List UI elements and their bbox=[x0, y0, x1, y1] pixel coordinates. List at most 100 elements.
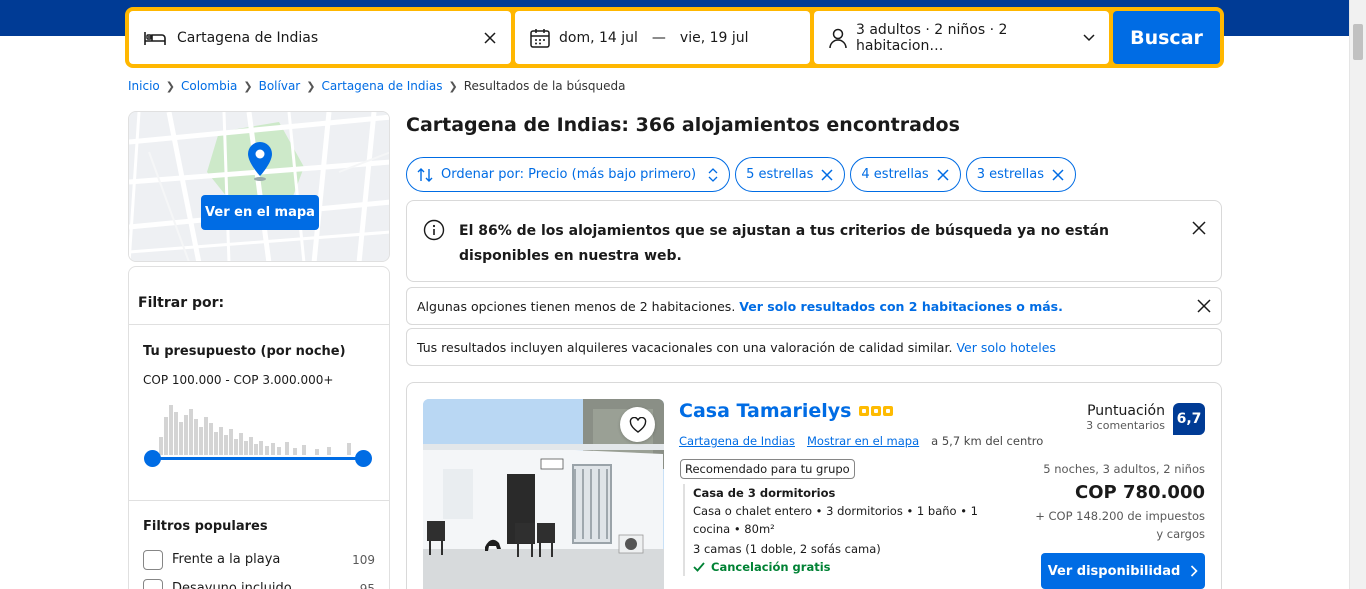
close-icon[interactable] bbox=[1052, 168, 1064, 181]
filter-chips: Ordenar por: Precio (más bajo primero) 5… bbox=[406, 157, 1076, 192]
taxes-note: + COP 148.200 de impuestos y cargos bbox=[1035, 509, 1205, 541]
filter-label: Desayuno incluido bbox=[172, 581, 292, 589]
stay-details: 5 noches, 3 adultos, 2 niños bbox=[1043, 462, 1205, 476]
clear-icon[interactable] bbox=[483, 31, 497, 45]
distance-text: a 5,7 km del centro bbox=[931, 434, 1044, 448]
price: COP 780.000 bbox=[1075, 482, 1205, 503]
close-icon[interactable] bbox=[1192, 221, 1206, 235]
property-title-row: Casa Tamarielys bbox=[679, 400, 894, 422]
filter-option[interactable]: Frente a la playa 109 bbox=[143, 545, 375, 574]
budget-range: COP 100.000 - COP 3.000.000+ bbox=[143, 373, 334, 387]
unit-beds: 3 camas (1 doble, 2 sofás cama) bbox=[693, 542, 881, 556]
person-icon bbox=[828, 27, 848, 49]
checkin-date: dom, 14 jul bbox=[559, 29, 638, 46]
dates-field[interactable]: dom, 14 jul — vie, 19 jul bbox=[515, 11, 810, 64]
guests-field[interactable]: 3 adultos · 2 niños · 2 habitacion… bbox=[814, 11, 1109, 64]
breadcrumb-link-country[interactable]: Colombia bbox=[181, 79, 237, 93]
filter-checkbox[interactable] bbox=[143, 578, 163, 589]
property-photo[interactable] bbox=[423, 399, 664, 589]
search-bar: Cartagena de Indias dom, 14 jul — vie, 1… bbox=[125, 7, 1224, 68]
alert-text: El 86% de los alojamientos que se ajusta… bbox=[459, 223, 1109, 264]
results-title: Cartagena de Indias: 366 alojamientos en… bbox=[406, 114, 960, 136]
chevron-right-icon: ❯ bbox=[165, 79, 175, 93]
breadcrumb-link-region[interactable]: Bolívar bbox=[259, 79, 301, 93]
star-icon bbox=[859, 406, 870, 416]
chip-label: 3 estrellas bbox=[976, 167, 1044, 182]
sort-arrows-icon bbox=[417, 167, 433, 182]
property-name[interactable]: Casa Tamarielys bbox=[679, 400, 851, 422]
notice-text: Algunas opciones tienen menos de 2 habit… bbox=[417, 298, 736, 314]
info-icon bbox=[423, 219, 445, 241]
notice-link[interactable]: Ver solo resultados con 2 habitaciones o… bbox=[739, 299, 1063, 314]
location-link[interactable]: Cartagena de Indias bbox=[679, 434, 795, 448]
calendar-icon bbox=[529, 27, 551, 49]
budget-slider-min-handle[interactable] bbox=[144, 450, 161, 467]
chip-3-stars[interactable]: 3 estrellas bbox=[965, 157, 1076, 192]
property-card: Casa Tamarielys Cartagena de Indias Most… bbox=[406, 382, 1222, 589]
star-icon bbox=[871, 406, 882, 416]
map-graphic bbox=[129, 112, 389, 261]
date-dash: — bbox=[651, 29, 666, 46]
chevron-down-icon bbox=[1083, 33, 1095, 42]
price-histogram bbox=[159, 405, 351, 455]
review-count: 3 comentarios bbox=[1086, 419, 1165, 432]
rooms-notice: Algunas opciones tienen menos de 2 habit… bbox=[406, 287, 1222, 325]
sort-label: Ordenar por: Precio (más bajo primero) bbox=[441, 167, 697, 182]
filters-header: Filtrar por: bbox=[129, 267, 389, 325]
filter-option[interactable]: Desayuno incluido 95 bbox=[143, 574, 375, 589]
chip-5-stars[interactable]: 5 estrellas bbox=[735, 157, 846, 192]
bed-icon bbox=[143, 28, 167, 48]
close-icon[interactable] bbox=[821, 168, 833, 181]
destination-value: Cartagena de Indias bbox=[177, 29, 319, 46]
scrollbar-thumb[interactable] bbox=[1353, 24, 1363, 60]
chip-label: 5 estrellas bbox=[746, 167, 814, 182]
close-icon[interactable] bbox=[1197, 299, 1211, 313]
unit-details: Casa de 3 dormitorios Casa o chalet ente… bbox=[683, 484, 1013, 576]
map-preview[interactable]: Ver en el mapa bbox=[128, 111, 390, 262]
rentals-notice: Tus resultados incluyen alquileres vacac… bbox=[406, 328, 1222, 366]
star-icon bbox=[883, 406, 894, 416]
filter-label: Frente a la playa bbox=[172, 552, 281, 567]
check-icon bbox=[693, 562, 705, 572]
breadcrumb-link-city[interactable]: Cartagena de Indias bbox=[321, 79, 442, 93]
destination-field[interactable]: Cartagena de Indias bbox=[129, 11, 511, 64]
budget-slider-max-handle[interactable] bbox=[355, 450, 372, 467]
notice-link[interactable]: Ver solo hoteles bbox=[956, 340, 1055, 355]
breadcrumb-link-inicio[interactable]: Inicio bbox=[128, 79, 160, 93]
popular-filters-title: Filtros populares bbox=[143, 519, 268, 534]
guests-value: 3 adultos · 2 niños · 2 habitacion… bbox=[856, 21, 1008, 54]
chip-label: 4 estrellas bbox=[861, 167, 929, 182]
free-cancellation: Cancelación gratis bbox=[693, 558, 1013, 576]
unit-name: Casa de 3 dormitorios bbox=[693, 486, 836, 500]
scrollbar[interactable] bbox=[1349, 0, 1366, 589]
filter-count: 109 bbox=[352, 552, 375, 567]
chevron-right-icon bbox=[1190, 565, 1198, 577]
sort-chip[interactable]: Ordenar por: Precio (más bajo primero) bbox=[406, 157, 731, 192]
updown-chevron-icon bbox=[708, 167, 718, 182]
heart-icon bbox=[629, 416, 647, 433]
filters-panel: Filtrar por: Tu presupuesto (por noche) … bbox=[128, 266, 390, 589]
chip-4-stars[interactable]: 4 estrellas bbox=[850, 157, 961, 192]
chevron-right-icon: ❯ bbox=[243, 79, 253, 93]
breadcrumb-current: Resultados de la búsqueda bbox=[463, 79, 626, 93]
show-map-button[interactable]: Ver en el mapa bbox=[201, 195, 319, 230]
close-icon[interactable] bbox=[937, 168, 949, 181]
popular-filters: Filtros populares Frente a la playa 109 … bbox=[129, 501, 389, 589]
search-button[interactable]: Buscar bbox=[1113, 11, 1220, 64]
chevron-right-icon: ❯ bbox=[448, 79, 458, 93]
show-on-map-link[interactable]: Mostrar en el mapa bbox=[807, 434, 919, 448]
filter-checkbox[interactable] bbox=[143, 549, 163, 570]
recommended-badge: Recomendado para tu grupo bbox=[680, 459, 855, 479]
location-row: Cartagena de Indias Mostrar en el mapa a… bbox=[679, 434, 1043, 448]
see-availability-button[interactable]: Ver disponibilidad bbox=[1041, 553, 1205, 589]
budget-slider-track[interactable] bbox=[151, 457, 363, 460]
checkout-date: vie, 19 jul bbox=[679, 29, 749, 46]
review-score-badge[interactable]: 6,7 bbox=[1173, 403, 1205, 435]
unit-description: Casa o chalet entero • 3 dormitorios • 1… bbox=[693, 504, 978, 536]
map-pin-icon bbox=[248, 142, 272, 181]
budget-filter: Tu presupuesto (por noche) COP 100.000 -… bbox=[129, 325, 389, 501]
notice-text: Tus resultados incluyen alquileres vacac… bbox=[417, 339, 953, 355]
free-cancellation-label: Cancelación gratis bbox=[711, 560, 831, 574]
wishlist-button[interactable] bbox=[620, 407, 655, 442]
star-rating bbox=[859, 406, 894, 416]
